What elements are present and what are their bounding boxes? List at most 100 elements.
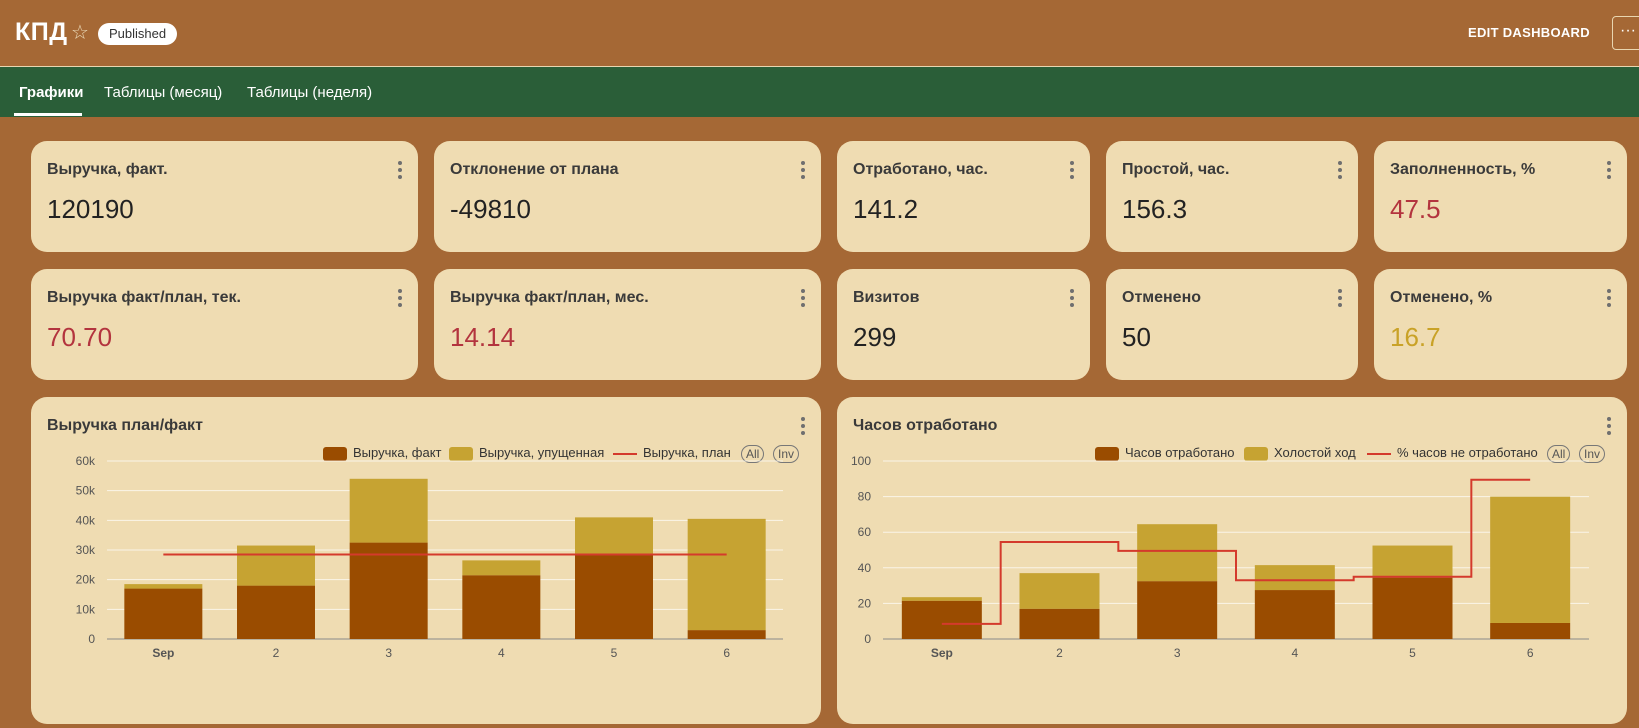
kpi-title: Заполненность, % [1390,161,1536,178]
card-menu-icon[interactable] [801,161,805,182]
card-menu-icon[interactable] [1607,161,1611,182]
kpi-card-idle-hours: Простой, час. 156.3 [1106,141,1358,252]
kpi-value: 50 [1122,322,1151,352]
x-tick-label: Sep [931,646,953,660]
kpi-title: Отменено, % [1390,289,1493,306]
bar-segment [1254,590,1335,639]
card-menu-icon[interactable] [1338,289,1342,310]
bar-segment [901,600,982,639]
bar-segment [687,630,766,639]
kpi-title: Визитов [853,289,920,306]
hours-chart: 0 20 40 60 80 100 Sep 2 3 4 5 6 [851,454,1589,660]
x-tick-label: 6 [723,646,730,660]
bar-segment [349,542,428,639]
kpi-card-revenue-ratio-month: Выручка факт/план, мес. 14.14 [434,269,821,380]
chart-card-hours: Часов отработано Часов отработано Холост… [837,397,1627,724]
kpi-title: Простой, час. [1122,161,1230,178]
x-tick-label: 5 [611,646,618,660]
bar-segment [901,597,982,601]
tab-charts[interactable]: Графики [19,84,84,101]
kpi-title: Выручка факт/план, мес. [450,289,649,306]
y-tick-label: 60 [858,525,872,539]
card-menu-icon[interactable] [1607,289,1611,310]
kpi-title: Отклонение от плана [450,161,619,178]
more-menu-button[interactable]: ··· [1612,16,1639,50]
kpi-value: 47.5 [1390,194,1441,224]
bar-segment [1254,565,1335,591]
kpi-card-plan-deviation: Отклонение от плана -49810 [434,141,821,252]
y-tick-label: 50k [76,484,96,498]
card-menu-icon[interactable] [1338,161,1342,182]
x-tick-label: 4 [498,646,505,660]
kpi-value: 120190 [47,194,134,224]
bar-segment [1137,581,1218,639]
kpi-card-cancelled: Отменено 50 [1106,269,1358,380]
kpi-title: Выручка факт/план, тек. [47,289,241,306]
chart-card-revenue: Выручка план/факт Выручка, факт Выручка,… [31,397,821,724]
tab-tables-week[interactable]: Таблицы (неделя) [247,84,372,101]
tab-bar: Графики Таблицы (месяц) Таблицы (неделя) [0,67,1639,117]
bar-segment [687,518,766,631]
bar-segment [349,478,428,543]
tab-tables-month[interactable]: Таблицы (месяц) [104,84,222,101]
y-tick-label: 10k [76,602,96,616]
bar-segment [1372,545,1453,578]
kpi-title: Отменено [1122,289,1202,306]
bar-segment [1372,577,1453,639]
kpi-value: 16.7 [1390,322,1441,352]
y-tick-label: 100 [851,454,871,468]
status-badge: Published [98,23,178,45]
kpi-card-visits: Визитов 299 [837,269,1090,380]
x-tick-label: 2 [273,646,280,660]
x-tick-label: 5 [1409,646,1416,660]
bar-segment [575,517,653,555]
kpi-value: -49810 [450,194,531,224]
dashboard-header: КПД ☆ Published EDIT DASHBOARD ··· [0,0,1639,67]
kpi-value: 141.2 [853,194,919,224]
kpi-card-revenue-fact: Выручка, факт. 120190 [31,141,418,252]
kpi-value: 70.70 [47,322,113,352]
y-tick-label: 0 [88,632,95,646]
y-tick-label: 80 [858,490,872,504]
kpi-value: 299 [853,322,897,352]
y-tick-label: 30k [76,543,96,557]
y-tick-label: 20 [858,596,872,610]
bar-segment [1137,524,1218,582]
bar-segment [1490,496,1571,623]
card-menu-icon[interactable] [801,289,805,310]
y-tick-label: 20k [76,573,96,587]
bar-segment [124,588,203,639]
revenue-chart: 0 10k 20k 30k 40k 50k 60k Sep 2 3 4 5 6 [76,454,783,660]
kpi-value: 156.3 [1122,194,1188,224]
y-tick-label: 60k [76,454,96,468]
kpi-value: 14.14 [450,322,516,352]
bar-segment [237,585,315,639]
bar-segment [1019,608,1100,639]
card-menu-icon[interactable] [398,289,402,310]
bar-segment [575,554,653,639]
edit-dashboard-button[interactable]: EDIT DASHBOARD [1468,25,1590,40]
x-tick-label: 2 [1056,646,1063,660]
star-icon[interactable]: ☆ [71,20,89,45]
kpi-card-cancelled-percent: Отменено, % 16.7 [1374,269,1627,380]
bar-segment [462,560,541,576]
card-menu-icon[interactable] [1070,161,1074,182]
bar-segment [462,575,541,639]
x-tick-label: 3 [385,646,392,660]
active-tab-indicator [14,113,82,116]
bar-segment [1019,573,1100,609]
y-tick-label: 40k [76,513,96,527]
bar-segment [1490,622,1571,639]
x-tick-label: 3 [1174,646,1181,660]
kpi-card-hours-worked: Отработано, час. 141.2 [837,141,1090,252]
kpi-title: Выручка, факт. [47,161,168,178]
x-tick-label: Sep [152,646,174,660]
bar-segment [124,584,203,589]
bar-segment [237,545,315,586]
kpi-title: Отработано, час. [853,161,988,178]
card-menu-icon[interactable] [398,161,402,182]
x-tick-label: 4 [1291,646,1298,660]
card-menu-icon[interactable] [1070,289,1074,310]
y-tick-label: 40 [858,561,872,575]
kpi-card-revenue-ratio-current: Выручка факт/план, тек. 70.70 [31,269,418,380]
